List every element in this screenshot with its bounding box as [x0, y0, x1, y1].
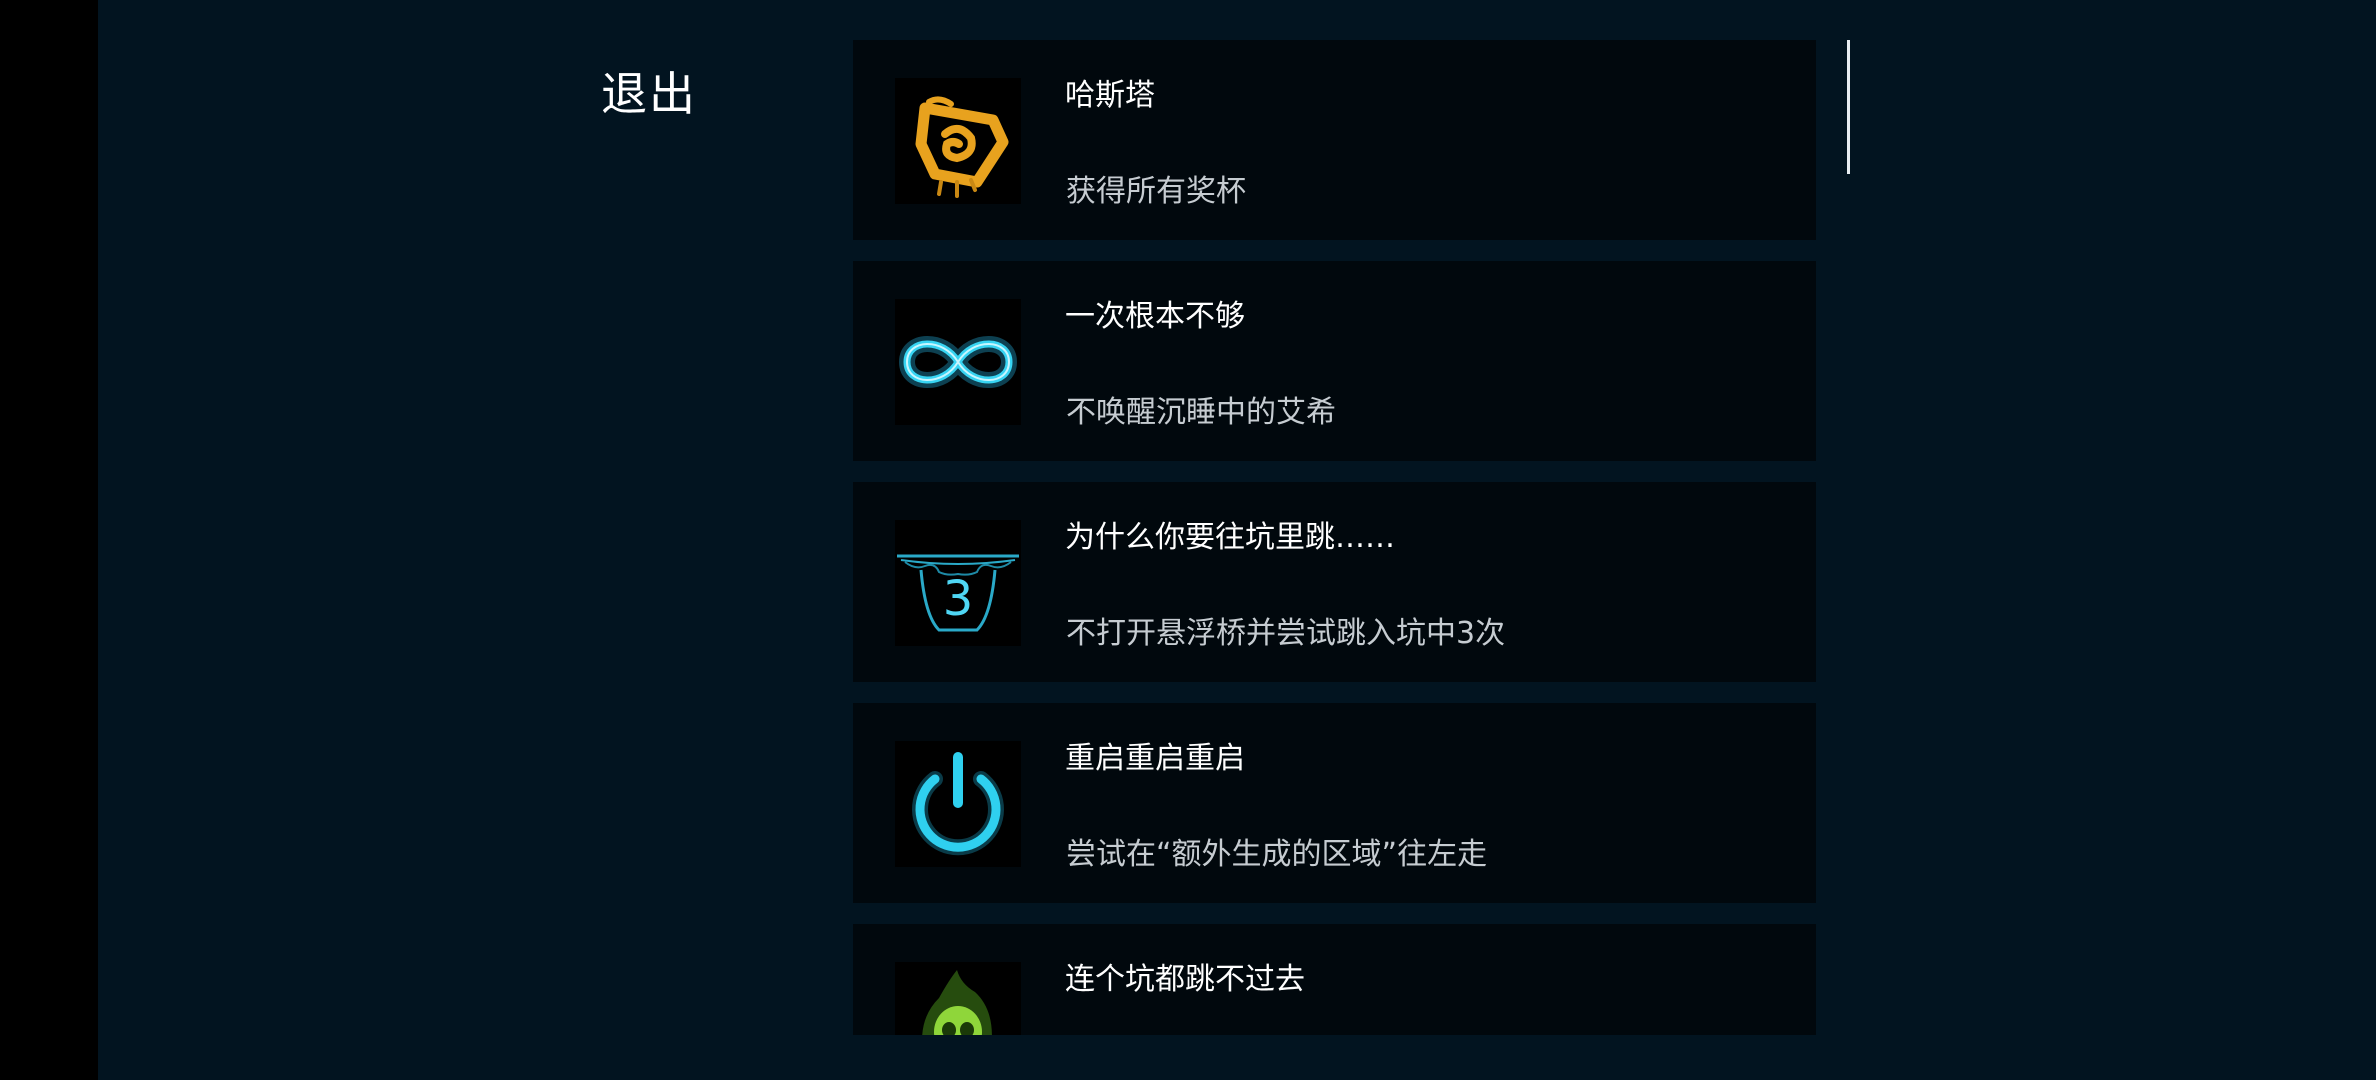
achievement-card[interactable]: 一次根本不够 不唤醒沉睡中的艾希: [853, 261, 1816, 461]
achievement-description: 尝试在“额外生成的区域”往左走: [1066, 837, 1488, 872]
achievement-card[interactable]: 重启重启重启 尝试在“额外生成的区域”往左走: [853, 703, 1816, 903]
infinity-icon: [895, 299, 1021, 425]
hastur-sigil-icon: [895, 78, 1021, 204]
achievement-title: 重启重启重启: [1065, 741, 1245, 776]
achievement-title: 一次根本不够: [1065, 299, 1245, 334]
achievement-description: 不打开悬浮桥并尝试跳入坑中3次: [1066, 616, 1506, 651]
exit-button[interactable]: 退出: [601, 58, 697, 124]
achievement-card[interactable]: 连个坑都跳不过去: [853, 924, 1816, 1035]
green-skull-icon: [895, 962, 1021, 1035]
achievement-list[interactable]: 哈斯塔 获得所有奖杯 一次根本不够 不唤醒沉睡中的艾希 3 为什么你要往坑里跳……: [853, 40, 1816, 1035]
left-black-bar: [0, 0, 98, 1080]
achievement-title: 哈斯塔: [1065, 78, 1155, 113]
pit-bridge-icon: 3: [895, 520, 1021, 646]
power-icon: [895, 741, 1021, 867]
achievement-description: 获得所有奖杯: [1066, 174, 1246, 209]
achievement-card[interactable]: 3 为什么你要往坑里跳…… 不打开悬浮桥并尝试跳入坑中3次: [853, 482, 1816, 682]
achievements-screen: 退出 哈斯塔 获得所有奖杯 一次根本不够 不唤醒沉睡中的艾希 3 为什么你要往坑…: [98, 0, 2376, 1080]
achievement-title: 为什么你要往坑里跳……: [1065, 520, 1395, 555]
achievement-card[interactable]: 哈斯塔 获得所有奖杯: [853, 40, 1816, 240]
pit-count-badge: 3: [943, 571, 974, 627]
achievement-title: 连个坑都跳不过去: [1065, 962, 1305, 997]
scrollbar[interactable]: [1847, 40, 1850, 174]
achievement-description: 不唤醒沉睡中的艾希: [1066, 395, 1336, 430]
